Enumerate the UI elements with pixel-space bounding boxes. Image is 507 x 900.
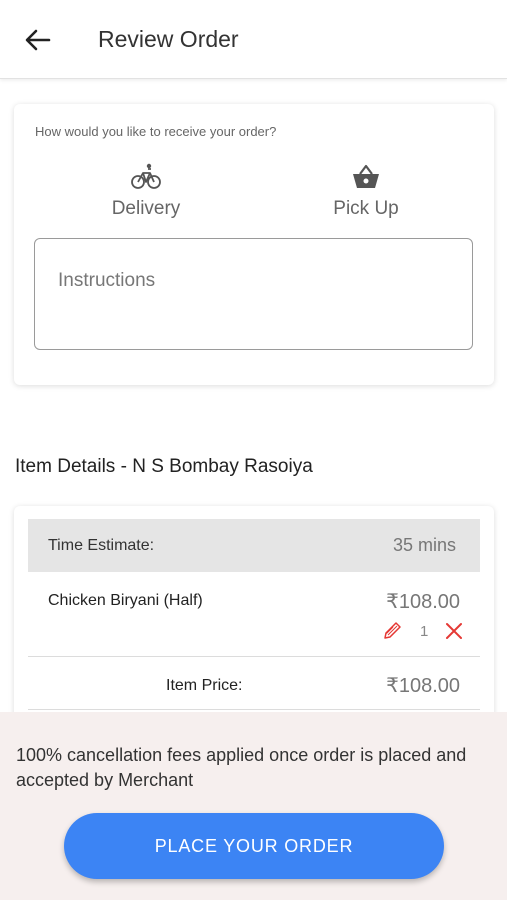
pickup-option[interactable]: Pick Up xyxy=(296,162,436,220)
pickup-label: Pick Up xyxy=(333,198,399,219)
time-estimate-value: 35 mins xyxy=(392,535,456,555)
instructions-field[interactable]: Instructions xyxy=(34,238,473,350)
item-price: ₹108.00 xyxy=(386,591,460,613)
item-name: Chicken Biryani (Half) xyxy=(48,592,203,609)
arrow-left-icon xyxy=(25,29,51,51)
edit-item-button[interactable] xyxy=(381,620,403,642)
item-details-title: Item Details - N S Bombay Rasoiya xyxy=(15,456,313,477)
item-price-total: ₹108.00 xyxy=(386,675,460,697)
back-button[interactable] xyxy=(22,24,54,56)
delivery-option[interactable]: Delivery xyxy=(76,162,216,220)
close-icon xyxy=(446,623,462,639)
basket-icon xyxy=(353,164,379,188)
pencil-icon xyxy=(384,622,401,639)
item-quantity: 1 xyxy=(420,623,429,640)
remove-item-button[interactable] xyxy=(444,621,464,641)
delivery-label: Delivery xyxy=(111,198,181,219)
bicycle-icon xyxy=(131,163,161,189)
receive-prompt: How would you like to receive your order… xyxy=(35,124,277,139)
instructions-placeholder: Instructions xyxy=(58,270,156,291)
divider xyxy=(28,709,480,710)
place-order-button[interactable]: PLACE YOUR ORDER xyxy=(64,813,444,879)
order-footer: 100% cancellation fees applied once orde… xyxy=(0,712,507,900)
time-estimate-label: Time Estimate: xyxy=(48,537,155,554)
app-bar: Review Order xyxy=(0,0,507,79)
time-estimate-row: Time Estimate: 35 mins xyxy=(28,519,480,572)
receive-method-card: How would you like to receive your order… xyxy=(14,104,494,385)
page-title: Review Order xyxy=(98,26,239,52)
item-price-label: Item Price: xyxy=(166,677,243,694)
cancellation-notice: 100% cancellation fees applied once orde… xyxy=(16,745,467,790)
divider xyxy=(28,656,480,657)
